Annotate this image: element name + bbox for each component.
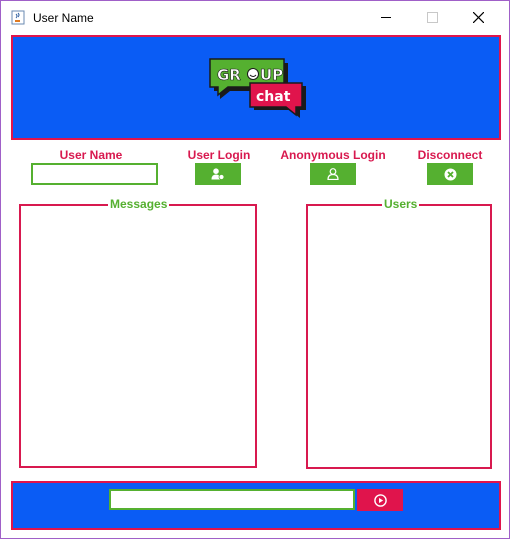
play-circle-icon <box>373 493 387 507</box>
maximize-button[interactable] <box>409 1 455 33</box>
close-button[interactable] <box>455 1 501 33</box>
users-title: Users <box>382 197 420 211</box>
disconnect-label: Disconnect <box>417 148 483 162</box>
users-panel[interactable]: Users <box>306 197 492 469</box>
close-icon <box>472 11 484 23</box>
minimize-icon <box>381 16 391 18</box>
disconnect-button[interactable] <box>427 163 473 185</box>
logo-word-group: GR <box>217 66 241 84</box>
header-banner: GR UP chat <box>11 35 501 140</box>
minimize-button[interactable] <box>363 1 409 33</box>
user-login-button[interactable] <box>195 163 241 185</box>
app-window: User Name GR UP chat User Name User Logi… <box>0 0 510 539</box>
anonymous-login-label: Anonymous Login <box>280 148 386 162</box>
window-title: User Name <box>33 11 94 25</box>
user-login-label: User Login <box>187 148 251 162</box>
send-button[interactable] <box>357 489 403 511</box>
message-input[interactable] <box>109 489 355 510</box>
user-login-icon <box>211 168 225 180</box>
cancel-circle-icon <box>444 168 456 180</box>
messages-title: Messages <box>108 197 170 211</box>
maximize-icon <box>426 11 438 23</box>
title-bar[interactable]: User Name <box>1 1 509 33</box>
username-input[interactable] <box>31 163 158 185</box>
anonymous-user-icon <box>327 168 339 180</box>
messages-panel[interactable]: Messages <box>19 197 257 468</box>
footer-bar <box>11 481 501 530</box>
logo-word-chat: chat <box>256 89 291 105</box>
logo-word-group-end: UP <box>260 66 283 84</box>
group-chat-logo: GR UP chat <box>209 58 306 118</box>
anonymous-login-button[interactable] <box>310 163 356 185</box>
username-label: User Name <box>59 148 123 162</box>
java-cup-icon <box>11 10 25 25</box>
